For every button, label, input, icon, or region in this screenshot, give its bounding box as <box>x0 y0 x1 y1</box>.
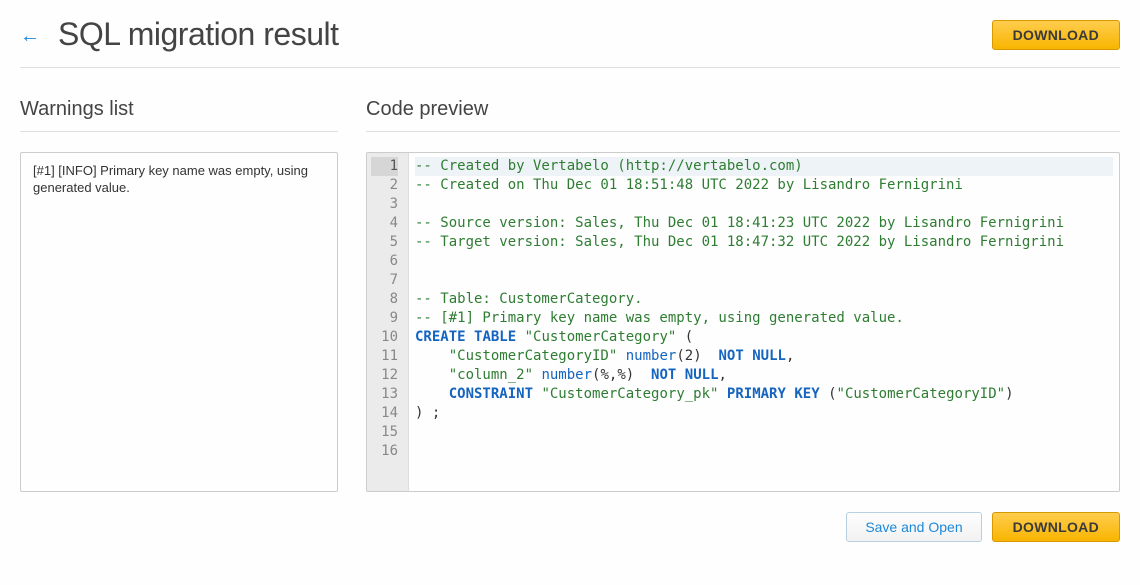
line-number: 6 <box>371 252 398 271</box>
code-line <box>415 271 1113 290</box>
code-line: -- Table: CustomerCategory. <box>415 290 1113 309</box>
warnings-title: Warnings list <box>20 98 338 132</box>
line-number: 3 <box>371 195 398 214</box>
line-number: 4 <box>371 214 398 233</box>
code-line: -- Target version: Sales, Thu Dec 01 18:… <box>415 233 1113 252</box>
line-number: 13 <box>371 385 398 404</box>
code-line: "column_2" number(%,%) NOT NULL, <box>415 366 1113 385</box>
code-title: Code preview <box>366 98 1120 132</box>
download-button-top[interactable]: DOWNLOAD <box>992 20 1120 50</box>
footer: Save and Open DOWNLOAD <box>20 512 1120 542</box>
line-number: 15 <box>371 423 398 442</box>
back-arrow-icon[interactable]: ← <box>20 21 40 48</box>
code-panel: Code preview 12345678910111213141516 -- … <box>366 98 1120 492</box>
warning-item: [#1] [INFO] Primary key name was empty, … <box>33 163 325 197</box>
download-button-bottom[interactable]: DOWNLOAD <box>992 512 1120 542</box>
line-number: 14 <box>371 404 398 423</box>
warnings-panel: Warnings list [#1] [INFO] Primary key na… <box>20 98 338 492</box>
code-line: "CustomerCategoryID" number(2) NOT NULL, <box>415 347 1113 366</box>
page-title: SQL migration result <box>58 16 338 53</box>
line-number: 2 <box>371 176 398 195</box>
header: ← SQL migration result DOWNLOAD <box>20 16 1120 68</box>
warnings-box: [#1] [INFO] Primary key name was empty, … <box>20 152 338 492</box>
header-left: ← SQL migration result <box>20 16 338 53</box>
code-line: -- Created by Vertabelo (http://vertabel… <box>415 157 1113 176</box>
code-gutter: 12345678910111213141516 <box>367 153 409 491</box>
line-number: 16 <box>371 442 398 461</box>
line-number: 7 <box>371 271 398 290</box>
code-line: -- Created on Thu Dec 01 18:51:48 UTC 20… <box>415 176 1113 195</box>
line-number: 9 <box>371 309 398 328</box>
line-number: 8 <box>371 290 398 309</box>
code-line: ) ; <box>415 404 1113 423</box>
code-line: -- Source version: Sales, Thu Dec 01 18:… <box>415 214 1113 233</box>
code-line <box>415 423 1113 442</box>
line-number: 12 <box>371 366 398 385</box>
code-content[interactable]: -- Created by Vertabelo (http://vertabel… <box>409 153 1119 491</box>
save-and-open-button[interactable]: Save and Open <box>846 512 981 542</box>
code-editor[interactable]: 12345678910111213141516 -- Created by Ve… <box>366 152 1120 492</box>
code-line <box>415 252 1113 271</box>
line-number: 5 <box>371 233 398 252</box>
line-number: 1 <box>371 157 398 176</box>
code-line: CREATE TABLE "CustomerCategory" ( <box>415 328 1113 347</box>
code-line <box>415 195 1113 214</box>
code-line <box>415 442 1113 461</box>
code-line: CONSTRAINT "CustomerCategory_pk" PRIMARY… <box>415 385 1113 404</box>
code-line: -- [#1] Primary key name was empty, usin… <box>415 309 1113 328</box>
main-content: Warnings list [#1] [INFO] Primary key na… <box>20 98 1120 492</box>
line-number: 11 <box>371 347 398 366</box>
line-number: 10 <box>371 328 398 347</box>
